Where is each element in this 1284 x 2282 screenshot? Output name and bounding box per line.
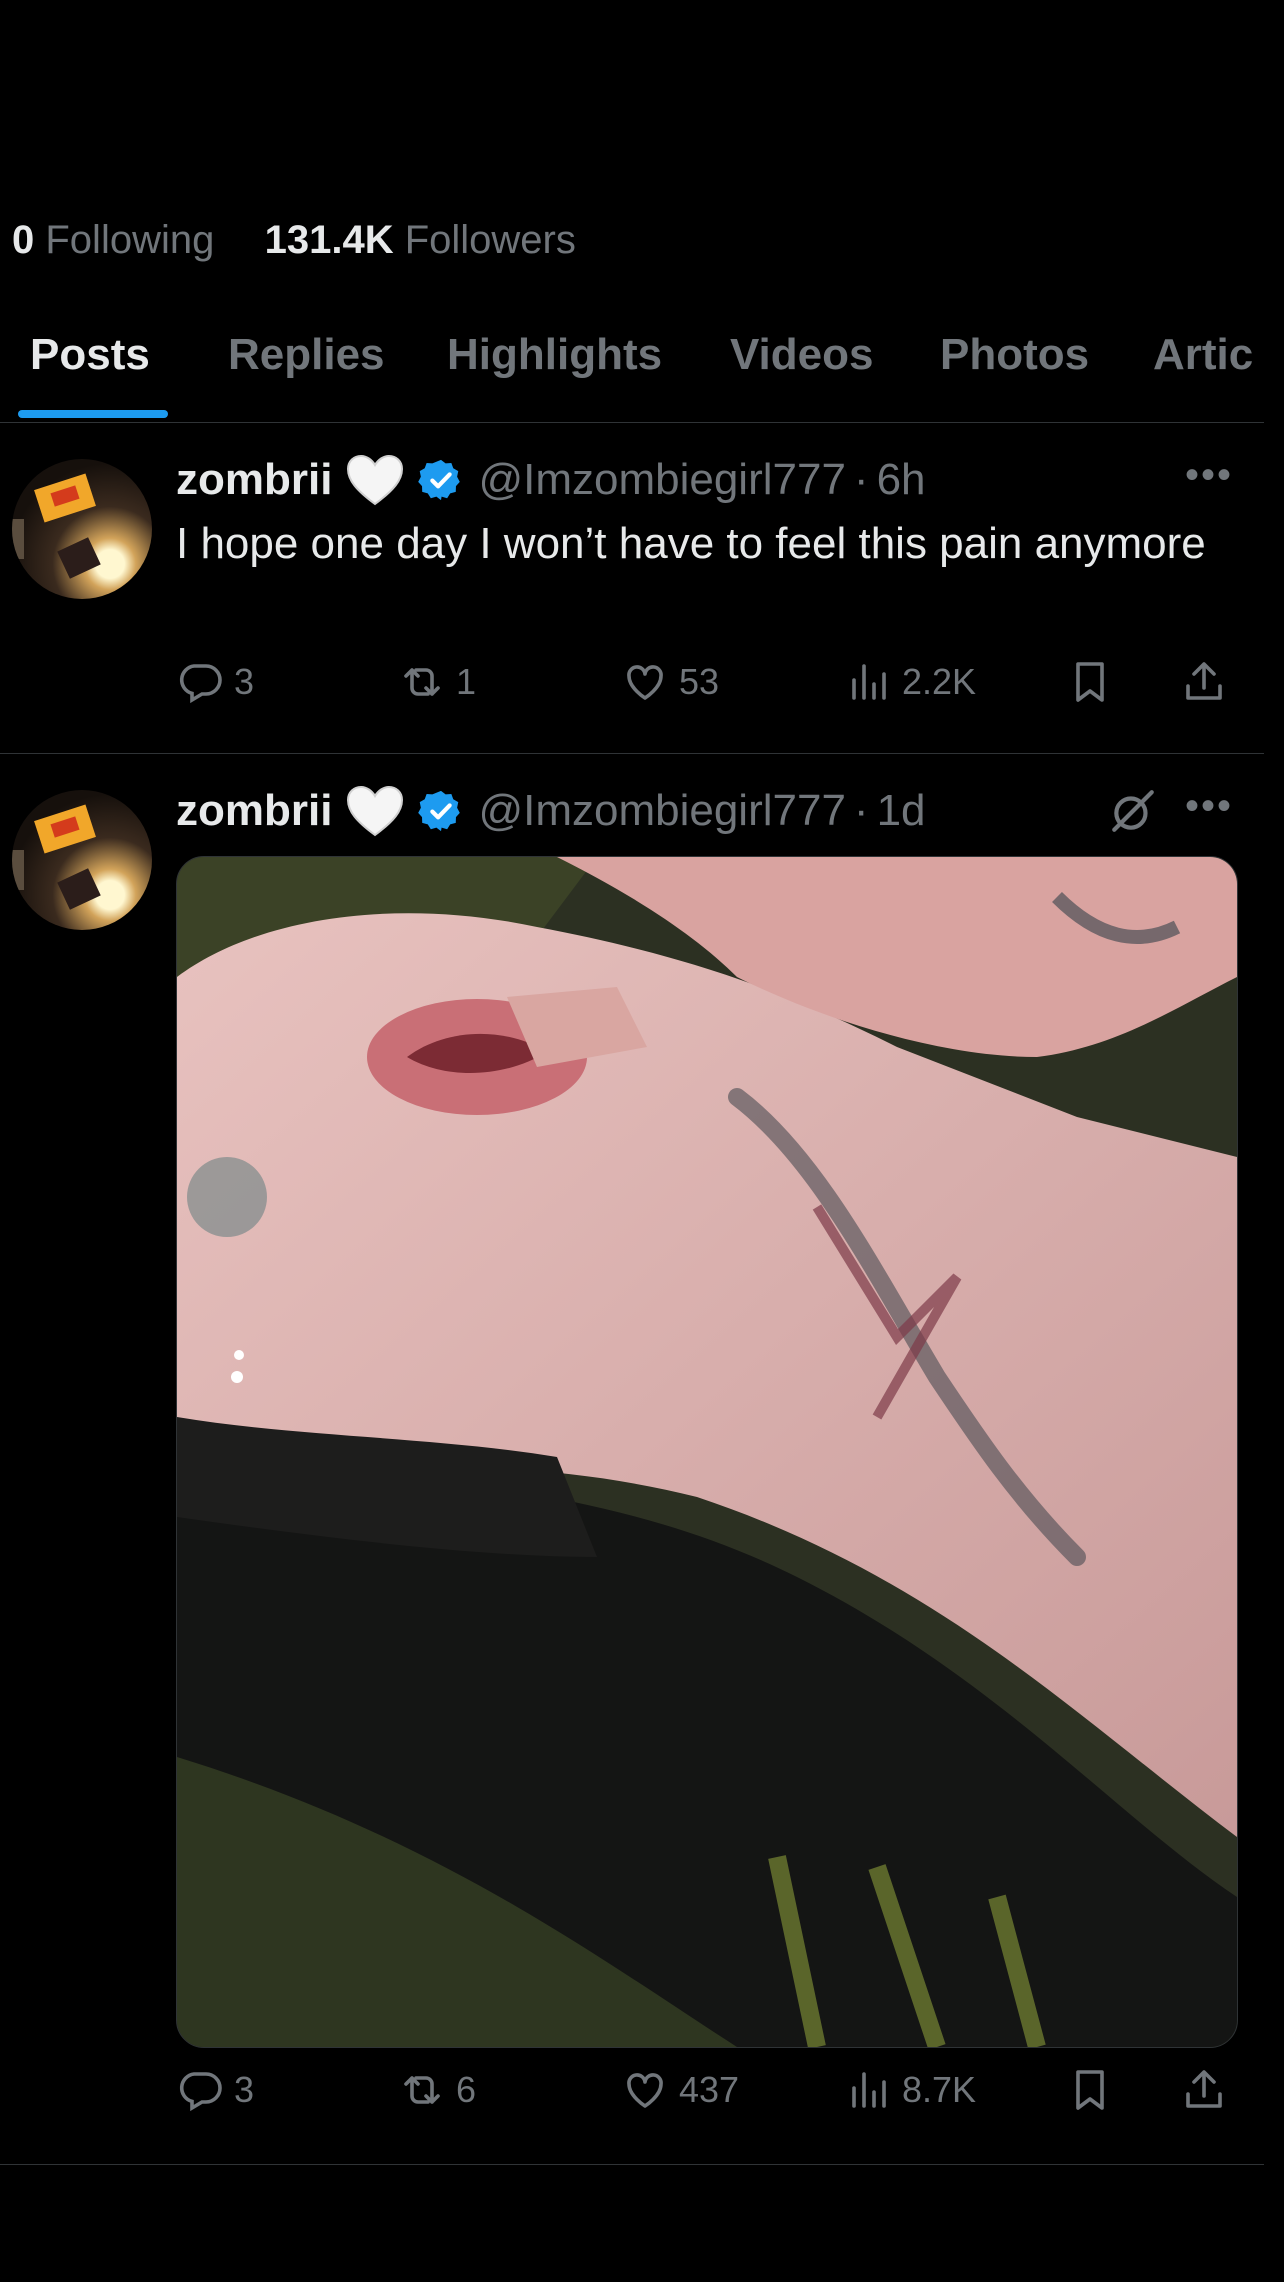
like-count: 53 — [679, 661, 720, 702]
grok-icon[interactable] — [1108, 786, 1158, 836]
views-icon — [852, 664, 886, 700]
like-count: 437 — [679, 2069, 740, 2110]
views-button[interactable]: 2.2K — [844, 658, 976, 706]
avatar[interactable] — [12, 790, 152, 930]
repost-button[interactable]: 1 — [398, 658, 476, 706]
post[interactable]: zombrii @Imzombiegirl777 · 6h ••• I hope… — [0, 423, 1264, 754]
views-count: 2.2K — [902, 661, 977, 702]
bookmark-button[interactable] — [1066, 658, 1114, 706]
reply-count: 3 — [234, 661, 255, 702]
views-icon — [852, 2072, 886, 2108]
post-text: I hope one day I won’t have to feel this… — [176, 519, 1206, 568]
repost-count: 6 — [456, 2069, 477, 2110]
verified-badge-icon — [418, 790, 461, 832]
bookmark-button[interactable] — [1066, 2066, 1114, 2114]
followers-label[interactable]: Followers — [405, 218, 576, 262]
share-icon — [1186, 2070, 1222, 2108]
repost-count: 1 — [456, 661, 477, 702]
post-photo[interactable] — [176, 856, 1238, 2048]
following-count[interactable]: 0 — [12, 218, 34, 262]
profile-stats: 0 Following 131.4K Followers — [12, 218, 576, 263]
views-button[interactable]: 8.7K — [844, 2066, 976, 2114]
bookmark-icon — [1076, 2070, 1104, 2110]
like-icon — [627, 665, 663, 700]
separator-dot: · — [853, 786, 869, 835]
post-header: zombrii @Imzombiegirl777 · 6h — [176, 450, 926, 510]
reply-button[interactable]: 3 — [176, 2066, 254, 2114]
post-actions: 3 6 437 8.7K — [176, 2066, 1236, 2126]
like-icon — [627, 2073, 663, 2108]
like-button[interactable]: 53 — [621, 658, 719, 706]
more-icon[interactable]: ••• — [1185, 453, 1233, 498]
tab-highlights[interactable]: Highlights — [447, 330, 662, 380]
white-heart-emoji-icon — [347, 454, 404, 506]
separator-dot: · — [853, 455, 869, 504]
share-icon — [1186, 662, 1222, 700]
reply-count: 3 — [234, 2069, 255, 2110]
post[interactable]: zombrii @Imzombiegirl777 · 1d ••• 3 6 43… — [0, 754, 1264, 2165]
tab-photos[interactable]: Photos — [940, 330, 1089, 380]
share-button[interactable] — [1180, 2066, 1228, 2114]
tab-posts[interactable]: Posts — [30, 330, 150, 380]
post-header: zombrii @Imzombiegirl777 · 1d — [176, 781, 926, 841]
handle[interactable]: @Imzombiegirl777 — [478, 455, 845, 505]
post-actions: 3 1 53 2.2K — [176, 658, 1236, 718]
photo-image — [177, 857, 1237, 2047]
tab-videos[interactable]: Videos — [730, 330, 873, 380]
share-button[interactable] — [1180, 658, 1228, 706]
repost-button[interactable]: 6 — [398, 2066, 476, 2114]
verified-badge-icon — [418, 459, 461, 501]
reply-icon — [179, 2072, 222, 2112]
bookmark-icon — [1076, 662, 1104, 702]
views-count: 8.7K — [902, 2069, 977, 2110]
followers-count[interactable]: 131.4K — [265, 218, 394, 262]
display-name[interactable]: zombrii — [176, 786, 332, 836]
reply-button[interactable]: 3 — [176, 658, 254, 706]
active-tab-indicator — [18, 410, 168, 418]
timestamp[interactable]: 1d — [877, 786, 926, 836]
avatar[interactable] — [12, 459, 152, 599]
profile-tabs: Posts Replies Highlights Videos Photos A… — [0, 318, 1264, 423]
handle[interactable]: @Imzombiegirl777 — [478, 786, 845, 836]
repost-icon — [404, 2076, 440, 2104]
white-heart-emoji-icon — [347, 785, 404, 837]
display-name[interactable]: zombrii — [176, 455, 332, 505]
more-icon[interactable]: ••• — [1185, 784, 1233, 829]
repost-icon — [404, 668, 440, 696]
tab-replies[interactable]: Replies — [228, 330, 385, 380]
tab-articles[interactable]: Artic — [1153, 330, 1253, 380]
reply-icon — [179, 664, 222, 704]
like-button[interactable]: 437 — [621, 2066, 739, 2114]
following-label[interactable]: Following — [45, 218, 214, 262]
timestamp[interactable]: 6h — [877, 455, 926, 505]
